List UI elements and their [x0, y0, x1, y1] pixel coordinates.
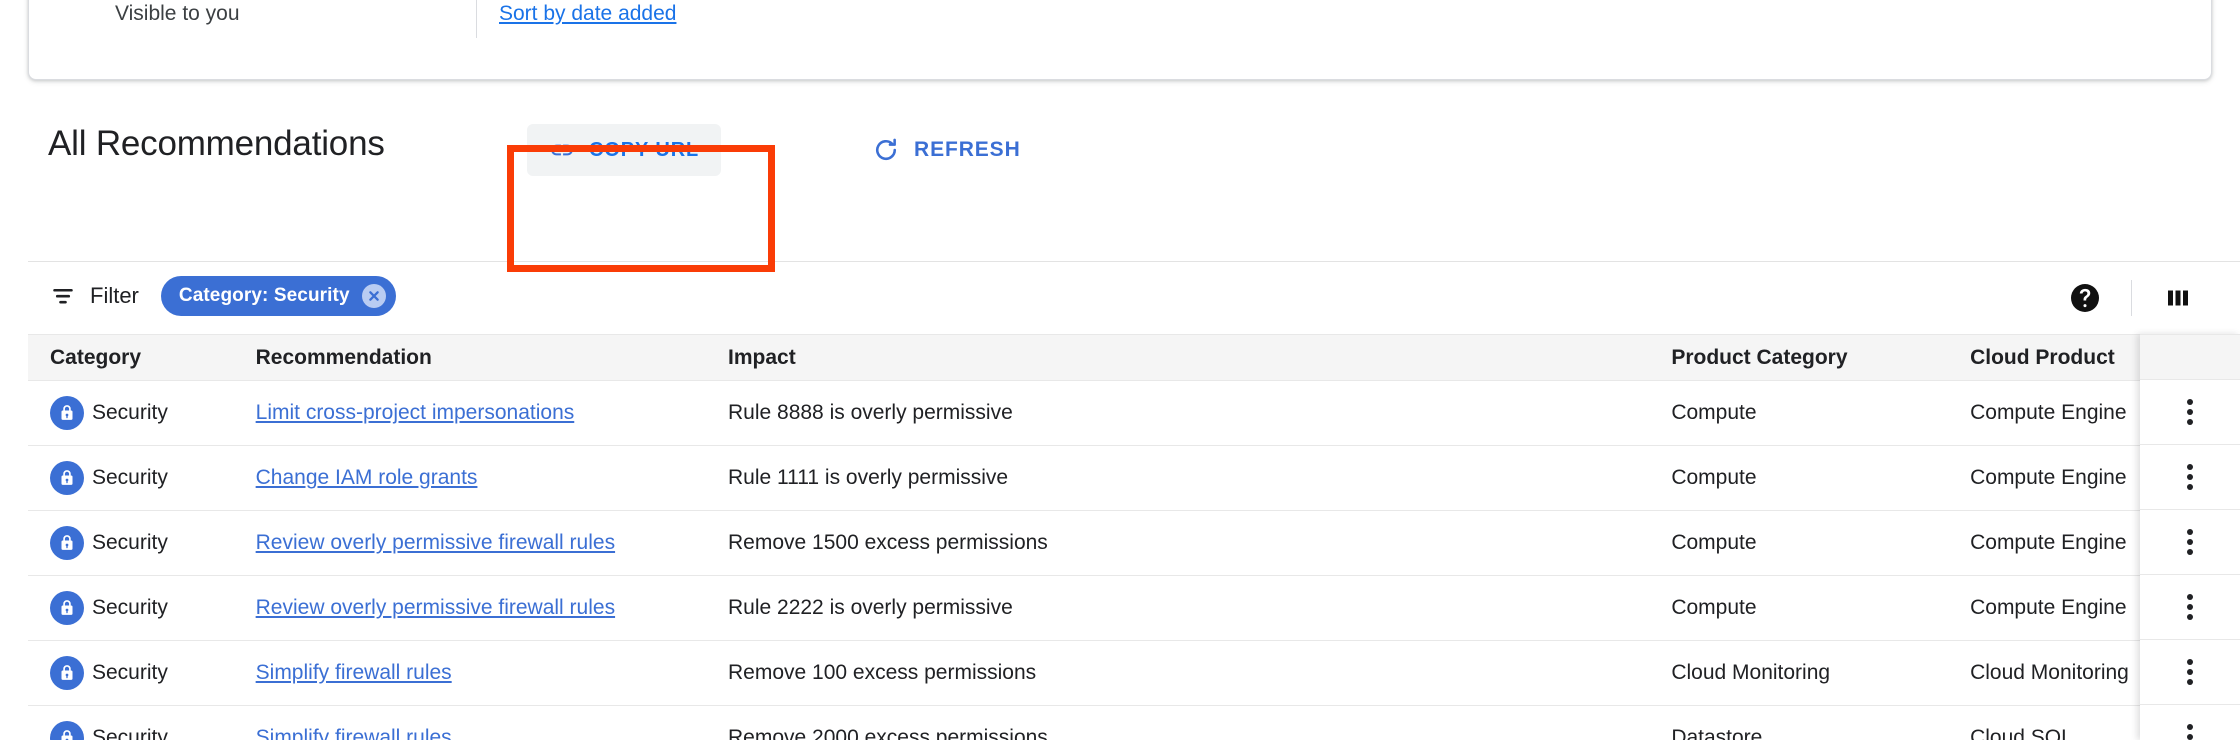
table-row[interactable]: Security Simplify firewall rules Remove … — [28, 640, 2212, 706]
cell-recommendation: Limit cross-project impersonations — [255, 380, 728, 446]
sort-by-date-added-link[interactable]: Sort by date added — [499, 1, 676, 27]
cell-product-category: Compute — [1671, 380, 1971, 446]
category-label: Security — [92, 596, 168, 619]
category-label: Security — [92, 531, 168, 554]
row-actions-column-header — [2140, 334, 2240, 380]
cell-category: Security — [28, 380, 256, 446]
cell-recommendation: Change IAM role grants — [255, 445, 728, 511]
refresh-label: REFRESH — [914, 138, 1021, 161]
category-label: Security — [92, 401, 168, 424]
refresh-button[interactable]: REFRESH — [862, 124, 1031, 176]
more-vert-icon — [2187, 529, 2193, 555]
row-actions-column — [2140, 334, 2240, 740]
cell-impact: Rule 2222 is overly permissive — [728, 575, 1672, 641]
refresh-icon — [872, 136, 900, 164]
filter-control-group[interactable]: Filter Category: Security — [50, 276, 396, 316]
table-row[interactable]: Security Review overly permissive firewa… — [28, 575, 2212, 641]
section-header: All Recommendations COPY URL REFRESH — [0, 110, 2240, 182]
more-vert-icon — [2187, 659, 2193, 685]
table-row[interactable]: Security Change IAM role grants Rule 111… — [28, 445, 2212, 511]
cell-category: Security — [28, 510, 256, 576]
recommendation-link[interactable]: Simplify firewall rules — [256, 726, 452, 740]
cell-recommendation: Simplify firewall rules — [255, 640, 728, 706]
cell-impact: Rule 1111 is overly permissive — [728, 445, 1672, 511]
column-header-recommendation[interactable]: Recommendation — [255, 334, 728, 381]
recommendations-table-wrapper[interactable]: Category Recommendation Impact Product C… — [28, 334, 2240, 740]
copy-url-button[interactable]: COPY URL — [527, 124, 722, 176]
filter-bar: Filter Category: Security — [0, 262, 2240, 334]
table-row[interactable]: Security Review overly permissive firewa… — [28, 510, 2212, 576]
lock-icon — [50, 461, 84, 495]
visible-to-you-label: Visible to you — [115, 2, 240, 25]
lock-icon — [50, 396, 84, 430]
close-circle-icon[interactable] — [361, 284, 386, 308]
cell-product-category: Cloud Monitoring — [1671, 640, 1971, 706]
row-action-button[interactable] — [2140, 510, 2240, 575]
category-label: Security — [92, 726, 168, 740]
column-header-category[interactable]: Category — [28, 334, 256, 381]
recommendation-link[interactable]: Simplify firewall rules — [256, 661, 452, 684]
summary-card-row: Visible to you Sort by date added — [29, 0, 2211, 41]
recommendation-link[interactable]: Limit cross-project impersonations — [256, 401, 575, 424]
cell-product-category: Compute — [1671, 510, 1971, 576]
table-body: Security Limit cross-project impersonati… — [28, 380, 2212, 740]
cell-impact: Remove 1500 excess permissions — [728, 510, 1672, 576]
more-vert-icon — [2187, 464, 2193, 490]
summary-card: Visible to you Sort by date added — [28, 0, 2212, 80]
recommendation-link[interactable]: Change IAM role grants — [256, 466, 478, 489]
table-header: Category Recommendation Impact Product C… — [28, 334, 2212, 381]
category-label: Security — [92, 466, 168, 489]
cell-recommendation: Review overly permissive firewall rules — [255, 510, 728, 576]
recommendations-table: Category Recommendation Impact Product C… — [28, 334, 2212, 740]
cell-impact: Remove 2000 excess permissions — [728, 705, 1672, 740]
cell-product-category: Compute — [1671, 445, 1971, 511]
more-vert-icon — [2187, 399, 2193, 425]
cell-category: Security — [28, 705, 256, 740]
category-label: Security — [92, 661, 168, 684]
cell-category: Security — [28, 640, 256, 706]
column-header-product-category[interactable]: Product Category — [1671, 334, 1971, 381]
row-action-button[interactable] — [2140, 445, 2240, 510]
filter-icon — [50, 283, 76, 309]
lock-icon — [50, 656, 84, 690]
row-action-button[interactable] — [2140, 575, 2240, 640]
table-header-row: Category Recommendation Impact Product C… — [28, 334, 2212, 381]
filter-chip-category-security[interactable]: Category: Security — [160, 276, 396, 316]
columns-icon — [2163, 283, 2193, 313]
row-action-button[interactable] — [2140, 705, 2240, 740]
cell-category: Security — [28, 445, 256, 511]
recommendations-page: Visible to you Sort by date added All Re… — [0, 0, 2240, 740]
cell-recommendation: Simplify firewall rules — [255, 705, 728, 740]
card-vertical-divider — [476, 0, 477, 38]
row-action-button[interactable] — [2140, 640, 2240, 705]
page-title: All Recommendations — [48, 124, 385, 163]
help-icon — [2069, 282, 2101, 314]
cell-product-category: Compute — [1671, 575, 1971, 641]
table-row[interactable]: Security Simplify firewall rules Remove … — [28, 705, 2212, 740]
table-row[interactable]: Security Limit cross-project impersonati… — [28, 380, 2212, 446]
help-button[interactable] — [2063, 276, 2107, 320]
cell-impact: Remove 100 excess permissions — [728, 640, 1672, 706]
table-toolbar-right — [2063, 276, 2240, 320]
more-vert-icon — [2187, 724, 2193, 740]
lock-icon — [50, 591, 84, 625]
recommendation-link[interactable]: Review overly permissive firewall rules — [256, 596, 615, 619]
filter-chip-label: Category: Security — [178, 285, 350, 306]
cell-category: Security — [28, 575, 256, 641]
lock-icon — [50, 721, 84, 740]
toolbar-separator — [2131, 280, 2132, 316]
cell-impact: Rule 8888 is overly permissive — [728, 380, 1672, 446]
filter-label: Filter — [90, 283, 139, 308]
recommendation-link[interactable]: Review overly permissive firewall rules — [256, 531, 615, 554]
link-icon — [549, 137, 575, 163]
copy-url-label: COPY URL — [589, 138, 700, 161]
cell-recommendation: Review overly permissive firewall rules — [255, 575, 728, 641]
columns-display-button[interactable] — [2156, 276, 2200, 320]
cell-product-category: Datastore — [1671, 705, 1971, 740]
row-action-button[interactable] — [2140, 380, 2240, 445]
lock-icon — [50, 526, 84, 560]
more-vert-icon — [2187, 594, 2193, 620]
column-header-impact[interactable]: Impact — [728, 334, 1672, 381]
